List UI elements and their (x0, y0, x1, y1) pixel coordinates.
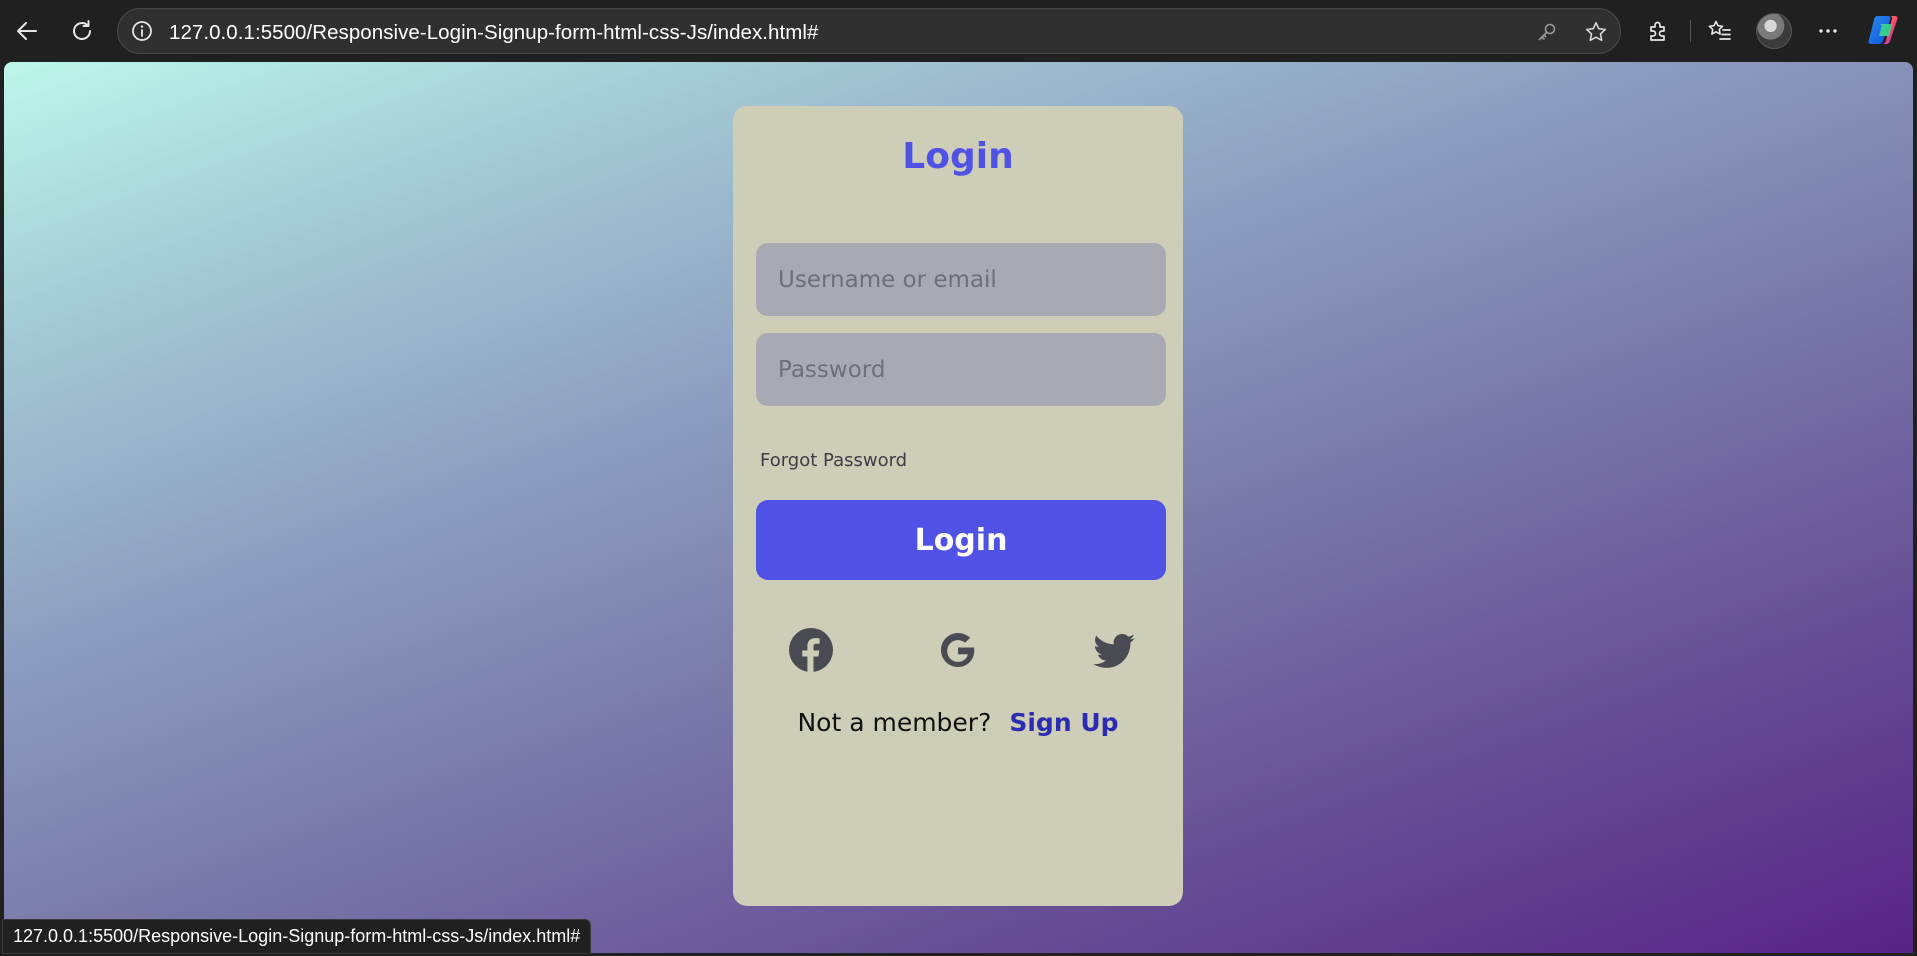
favorites-button[interactable] (1702, 13, 1738, 49)
forgot-password-link[interactable]: Forgot Password (760, 450, 907, 471)
key-icon[interactable] (1534, 19, 1560, 45)
back-arrow-icon (17, 22, 37, 40)
url-text[interactable]: 127.0.0.1:5500/Responsive-Login-Signup-f… (169, 21, 818, 45)
toolbar-divider (1690, 20, 1691, 42)
facebook-login-button[interactable] (787, 626, 835, 674)
login-button[interactable]: Login (756, 500, 1166, 580)
reload-icon (73, 20, 91, 40)
twitter-icon (1093, 634, 1135, 668)
browser-toolbar: 127.0.0.1:5500/Responsive-Login-Signup-f… (0, 0, 1917, 62)
star-icon[interactable] (1583, 19, 1609, 45)
more-options-button[interactable] (1810, 13, 1846, 49)
copilot-icon[interactable] (1866, 12, 1902, 48)
page-viewport: Login Forgot Password Login Not a member (4, 62, 1913, 953)
extensions-button[interactable] (1641, 13, 1677, 49)
signup-link[interactable]: Sign Up (1009, 708, 1118, 737)
google-icon (941, 633, 975, 667)
password-input[interactable] (756, 333, 1166, 406)
profile-avatar[interactable] (1756, 13, 1792, 49)
google-login-button[interactable] (934, 626, 982, 674)
more-options-icon (1819, 29, 1837, 33)
back-button[interactable] (9, 13, 45, 49)
login-card: Login Forgot Password Login Not a member (733, 106, 1183, 906)
login-title: Login (902, 136, 1014, 177)
site-info-icon[interactable] (130, 19, 154, 43)
extensions-icon (1650, 21, 1665, 41)
not-member-text: Not a member? (797, 708, 992, 737)
status-bar-url: 127.0.0.1:5500/Responsive-Login-Signup-f… (2, 919, 592, 954)
address-bar[interactable]: 127.0.0.1:5500/Responsive-Login-Signup-f… (117, 8, 1621, 54)
reload-button[interactable] (64, 13, 100, 49)
username-input[interactable] (756, 243, 1166, 316)
favorites-icon (1708, 20, 1731, 40)
facebook-icon (789, 628, 833, 672)
signup-prompt: Not a member? Sign Up (733, 708, 1183, 737)
twitter-login-button[interactable] (1090, 626, 1138, 674)
